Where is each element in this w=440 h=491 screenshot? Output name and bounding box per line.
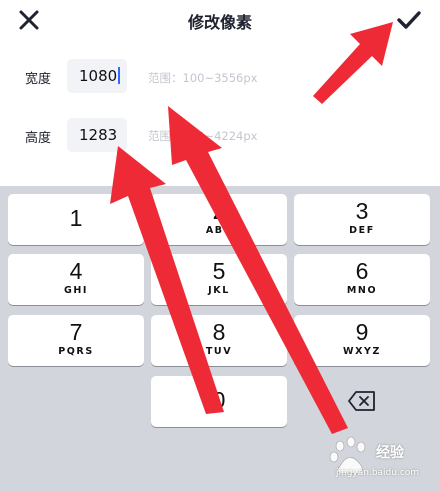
header: 修改像素	[0, 0, 440, 42]
watermark-text: 经验	[376, 445, 404, 461]
height-input[interactable]: 1283	[67, 118, 127, 152]
width-input[interactable]: 1080	[67, 59, 127, 93]
key-6[interactable]: 6 MNO	[294, 254, 430, 305]
width-range-hint: 范围：100~3556px	[148, 71, 258, 85]
key-4[interactable]: 4 GHI	[8, 254, 144, 305]
page-title: 修改像素	[187, 13, 252, 32]
width-value: 1080	[79, 67, 118, 85]
key-7[interactable]: 7 PQRS	[8, 315, 144, 366]
key-3[interactable]: 3 DEF	[294, 194, 430, 245]
watermark-url: jingyan.baidu.com	[336, 468, 420, 478]
key-2[interactable]: 2 ABC	[151, 194, 287, 245]
backspace-icon	[348, 391, 375, 411]
key-9[interactable]: 9 WXYZ	[294, 315, 430, 366]
checkmark-icon[interactable]	[396, 8, 422, 32]
height-range-hint: 范围：100~4224px	[148, 129, 258, 143]
key-8[interactable]: 8 TUV	[151, 315, 287, 366]
text-caret	[118, 67, 120, 84]
height-label: 高度	[25, 131, 52, 146]
key-5[interactable]: 5 JKL	[151, 254, 287, 305]
height-value: 1283	[79, 126, 118, 144]
backspace-button[interactable]	[294, 376, 430, 427]
key-1[interactable]: 1	[8, 194, 144, 245]
width-label: 宽度	[25, 72, 52, 87]
key-0[interactable]: 0	[151, 376, 287, 427]
